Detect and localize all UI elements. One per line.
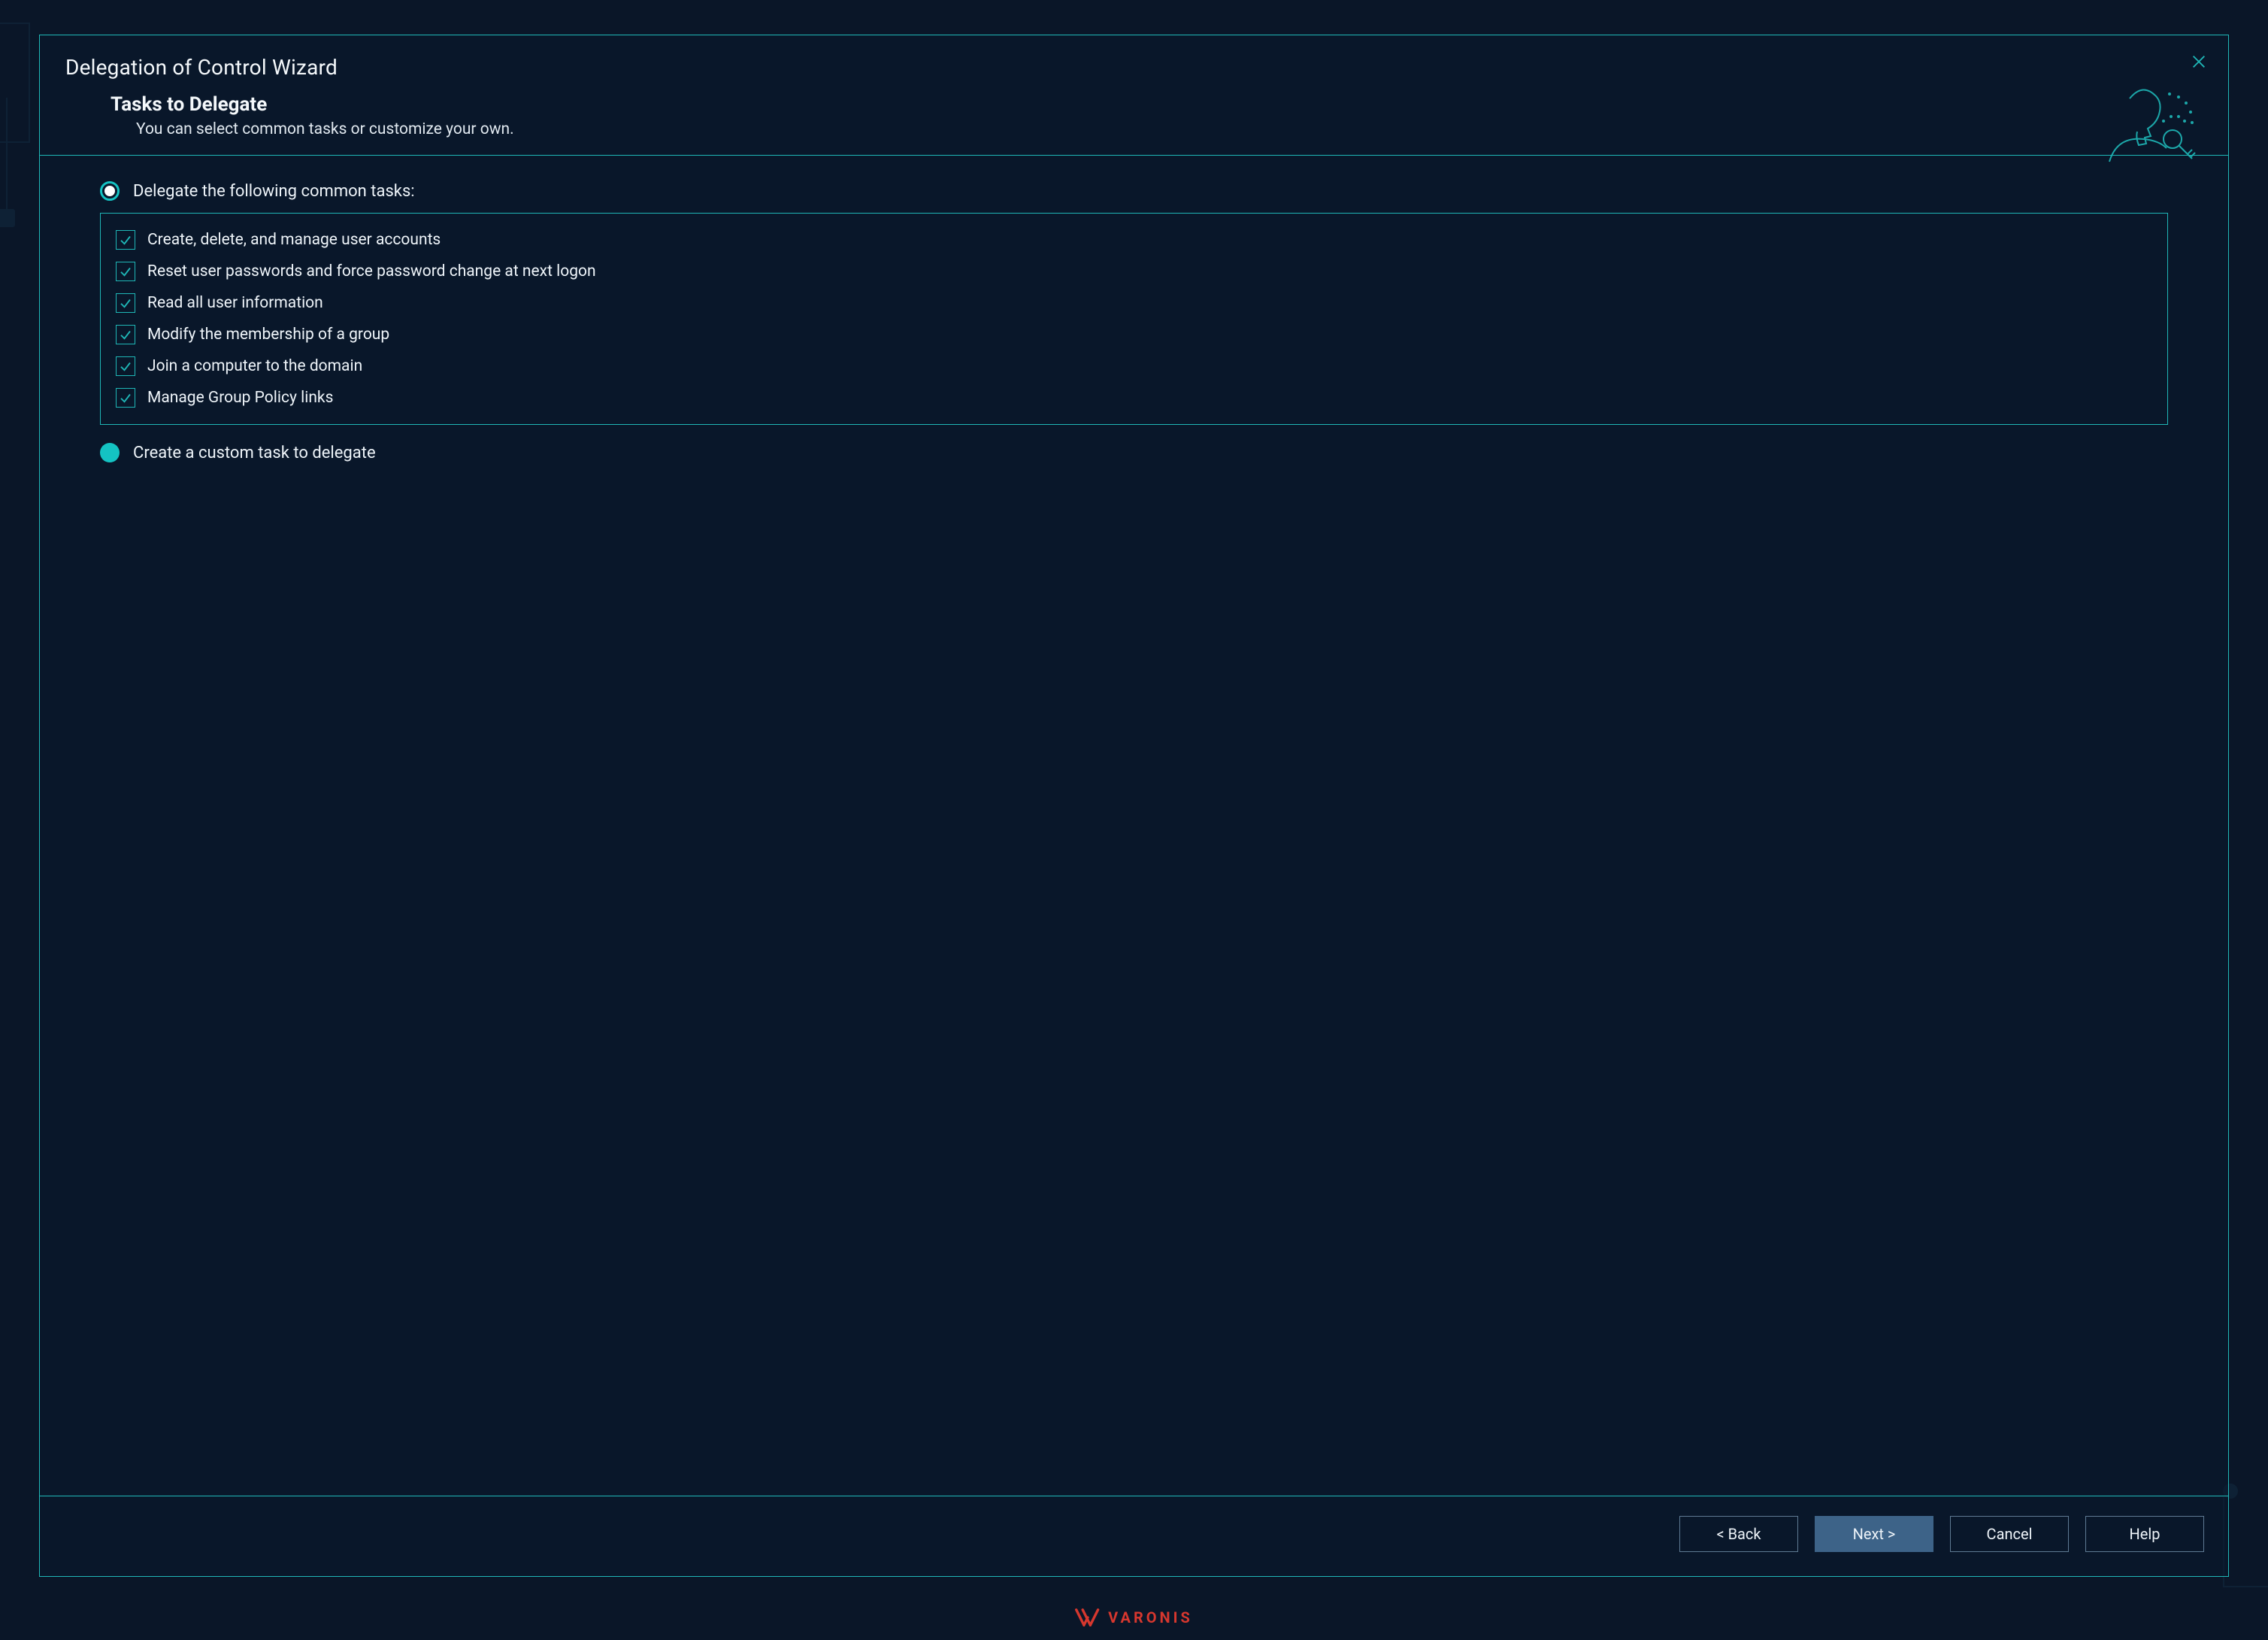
step-title: Tasks to Delegate <box>111 93 2075 116</box>
back-button[interactable]: < Back <box>1679 1516 1798 1552</box>
task-row[interactable]: Join a computer to the domain <box>116 350 2152 382</box>
task-label: Manage Group Policy links <box>147 389 333 407</box>
cancel-button[interactable]: Cancel <box>1950 1516 2069 1552</box>
wizard-footer: < Back Next > Cancel Help <box>40 1496 2228 1576</box>
close-icon[interactable] <box>2191 53 2207 70</box>
task-label: Reset user passwords and force password … <box>147 262 596 280</box>
task-label: Join a computer to the domain <box>147 357 362 375</box>
wizard-body: Delegate the following common tasks: Cre… <box>40 155 2228 1496</box>
task-row[interactable]: Create, delete, and manage user accounts <box>116 224 2152 256</box>
task-row[interactable]: Read all user information <box>116 287 2152 319</box>
wizard-header: Delegation of Control Wizard Tasks to De… <box>40 35 2228 155</box>
task-row[interactable]: Reset user passwords and force password … <box>116 256 2152 287</box>
task-label: Read all user information <box>147 294 323 312</box>
brand-logo: VARONIS <box>0 1608 2268 1626</box>
wizard-dialog: Delegation of Control Wizard Tasks to De… <box>39 35 2229 1577</box>
task-label: Modify the membership of a group <box>147 326 389 344</box>
step-header: Tasks to Delegate You can select common … <box>65 93 2203 138</box>
varonis-mark-icon <box>1075 1608 1101 1626</box>
radio-unselected-icon[interactable] <box>100 443 120 462</box>
checkbox-checked-icon[interactable] <box>116 262 135 281</box>
radio-selected-icon[interactable] <box>100 181 120 201</box>
next-button[interactable]: Next > <box>1815 1516 1933 1552</box>
checkbox-checked-icon[interactable] <box>116 325 135 344</box>
option-common-label: Delegate the following common tasks: <box>133 182 415 201</box>
help-button[interactable]: Help <box>2085 1516 2204 1552</box>
task-row[interactable]: Modify the membership of a group <box>116 319 2152 350</box>
task-row[interactable]: Manage Group Policy links <box>116 382 2152 414</box>
step-subtitle: You can select common tasks or customize… <box>111 120 2075 138</box>
user-key-icon <box>2088 80 2201 178</box>
option-custom-label: Create a custom task to delegate <box>133 444 376 462</box>
option-common-tasks[interactable]: Delegate the following common tasks: <box>100 181 2168 201</box>
checkbox-checked-icon[interactable] <box>116 293 135 313</box>
brand-text: VARONIS <box>1108 1608 1193 1626</box>
checkbox-checked-icon[interactable] <box>116 388 135 408</box>
common-tasks-list: Create, delete, and manage user accounts… <box>100 213 2168 425</box>
checkbox-checked-icon[interactable] <box>116 230 135 250</box>
task-label: Create, delete, and manage user accounts <box>147 231 441 249</box>
option-custom-task[interactable]: Create a custom task to delegate <box>100 443 2168 462</box>
checkbox-checked-icon[interactable] <box>116 356 135 376</box>
wizard-title: Delegation of Control Wizard <box>65 55 2203 80</box>
